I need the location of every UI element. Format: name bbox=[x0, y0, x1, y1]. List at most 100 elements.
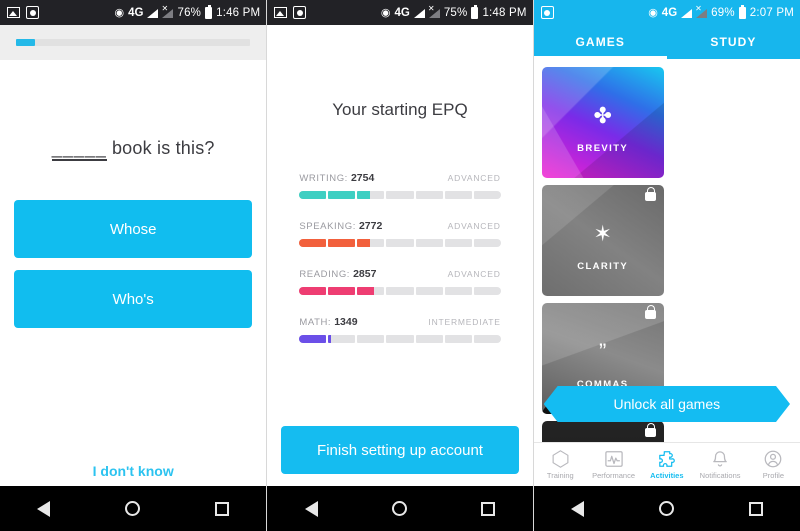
lock-icon bbox=[644, 305, 656, 319]
epq-subject-label: WRITING: bbox=[299, 173, 348, 184]
hexagon-icon bbox=[534, 450, 587, 469]
epq-bar-segment bbox=[328, 335, 356, 343]
person-circle-icon bbox=[747, 450, 800, 469]
epq-segmented-bar bbox=[299, 191, 501, 199]
epq-bar-segment-fill bbox=[328, 335, 332, 343]
screen-record-icon bbox=[540, 6, 554, 19]
bell-icon bbox=[693, 450, 746, 469]
signal-bars-icon bbox=[413, 7, 425, 18]
recents-icon[interactable] bbox=[481, 501, 496, 516]
battery-percent: 75% bbox=[443, 6, 468, 19]
back-icon[interactable] bbox=[571, 500, 585, 517]
bottom-nav-item-activities[interactable]: Activities bbox=[640, 450, 693, 480]
epq-bar-segment-fill bbox=[328, 191, 356, 199]
epq-level-badge: ADVANCED bbox=[447, 269, 501, 279]
epq-bar-segment bbox=[444, 335, 472, 343]
bottom-nav-label: Activities bbox=[650, 470, 684, 480]
lesson-progress-fill bbox=[16, 39, 35, 46]
page-title: Your starting EPQ bbox=[332, 100, 468, 119]
lock-icon bbox=[644, 187, 656, 201]
tab-games[interactable]: GAMES bbox=[533, 25, 668, 59]
home-icon[interactable] bbox=[391, 501, 407, 516]
epq-bar-segment bbox=[444, 239, 472, 247]
home-icon[interactable] bbox=[125, 501, 141, 516]
epq-row-meta: MATH: 1349 INTERMEDIATE bbox=[299, 316, 500, 328]
epq-score-value: 2772 bbox=[358, 220, 383, 232]
epq-bar-segment-fill bbox=[357, 191, 370, 199]
android-navbar bbox=[267, 486, 533, 531]
epq-bar-segment bbox=[415, 191, 443, 199]
epq-bar-segment bbox=[299, 335, 327, 343]
epq-row-meta: READING: 2857 ADVANCED bbox=[299, 268, 500, 280]
answer-option-whose[interactable]: Whose bbox=[14, 200, 253, 258]
bottom-nav-item-notifications[interactable]: Notifications bbox=[693, 450, 746, 480]
clock: 2:07 PM bbox=[749, 6, 794, 19]
bottom-nav-item-performance[interactable]: Performance bbox=[587, 450, 640, 480]
network-type: 4G bbox=[394, 6, 410, 19]
network-type: 4G bbox=[661, 6, 678, 19]
back-icon[interactable] bbox=[37, 500, 51, 517]
status-bar-right: ◉ 4G 75% 1:48 PM bbox=[381, 4, 527, 19]
answer-option-whos[interactable]: Who's bbox=[14, 270, 253, 328]
finish-setup-button[interactable]: Finish setting up account bbox=[281, 426, 519, 474]
epq-bar-segment bbox=[386, 191, 414, 199]
home-icon[interactable] bbox=[658, 501, 674, 516]
photo-icon bbox=[274, 7, 288, 18]
game-card-brevity[interactable]: ✤ BREVITY bbox=[541, 67, 664, 178]
status-bar-right: ◉ 4G 69% 2:07 PM bbox=[648, 4, 794, 19]
epq-bar-segment bbox=[357, 239, 385, 247]
epq-bar-segment bbox=[357, 335, 385, 343]
epq-bar-segment-fill bbox=[299, 335, 327, 343]
recents-icon[interactable] bbox=[214, 501, 229, 516]
epq-row-meta: WRITING: 2754 ADVANCED bbox=[299, 172, 500, 184]
epq-bar-segment-fill bbox=[328, 287, 356, 295]
epq-bar-segment bbox=[357, 287, 385, 295]
bottom-nav-item-profile[interactable]: Profile bbox=[747, 450, 800, 480]
question-blank: _____ bbox=[51, 138, 107, 161]
epq-bar-segment bbox=[386, 335, 414, 343]
game-card-title: BREVITY bbox=[577, 143, 629, 154]
battery-percent: 76% bbox=[177, 6, 202, 19]
epq-score-value: 2754 bbox=[350, 172, 375, 184]
epq-segmented-bar bbox=[299, 239, 501, 247]
lesson-progress-bar bbox=[16, 39, 251, 46]
epq-bar-segment bbox=[444, 287, 472, 295]
status-bar: ◉ 4G 75% 1:48 PM bbox=[267, 0, 533, 25]
battery-icon bbox=[471, 4, 479, 19]
unlock-all-games-button[interactable]: Unlock all games bbox=[544, 386, 790, 422]
i-dont-know-link[interactable]: I don't know bbox=[0, 463, 266, 479]
epq-bar-segment bbox=[473, 287, 501, 295]
wifi-icon: ◉ bbox=[114, 7, 125, 19]
game-card-title: CLARITY bbox=[577, 261, 629, 272]
status-bar: ◉ 4G 76% 1:46 PM bbox=[0, 0, 267, 25]
epq-segmented-bar bbox=[299, 287, 501, 295]
tab-study[interactable]: STUDY bbox=[667, 25, 800, 59]
status-bar: ◉ 4G 69% 2:07 PM bbox=[533, 0, 800, 25]
recents-icon[interactable] bbox=[748, 501, 763, 516]
clock: 1:48 PM bbox=[482, 6, 527, 19]
epq-row-meta: SPEAKING: 2772 ADVANCED bbox=[299, 220, 500, 232]
status-bar-left bbox=[274, 6, 307, 19]
bottom-navigation: Training Performance Activities Notificatio… bbox=[533, 442, 800, 486]
epq-subject-label: MATH: bbox=[299, 317, 332, 328]
epq-bar-segment bbox=[473, 191, 501, 199]
epq-subject-label: SPEAKING: bbox=[299, 221, 356, 232]
signal-bars-icon bbox=[681, 7, 693, 18]
bottom-nav-label: Profile bbox=[762, 470, 784, 480]
epq-bar-segment bbox=[299, 191, 327, 199]
battery-percent: 69% bbox=[711, 6, 735, 19]
epq-bar-segment-fill bbox=[299, 239, 327, 247]
epq-row: MATH: 1349 INTERMEDIATE bbox=[299, 316, 501, 343]
bottom-nav-label: Training bbox=[546, 470, 574, 480]
game-card-clarity[interactable]: ✶ CLARITY bbox=[541, 185, 664, 296]
screenshot-root: ◉ 4G 76% 1:46 PM _____ book is this? Who… bbox=[0, 0, 800, 531]
bottom-nav-item-training[interactable]: Training bbox=[534, 450, 587, 480]
epq-bar-segment bbox=[328, 287, 356, 295]
battery-icon bbox=[738, 4, 746, 19]
status-bar-left bbox=[540, 6, 554, 19]
pulse-chart-icon bbox=[587, 450, 640, 469]
epq-bar-segment bbox=[299, 239, 327, 247]
epq-row: READING: 2857 ADVANCED bbox=[299, 268, 501, 295]
epq-level-badge: ADVANCED bbox=[447, 221, 501, 231]
back-icon[interactable] bbox=[304, 500, 318, 517]
